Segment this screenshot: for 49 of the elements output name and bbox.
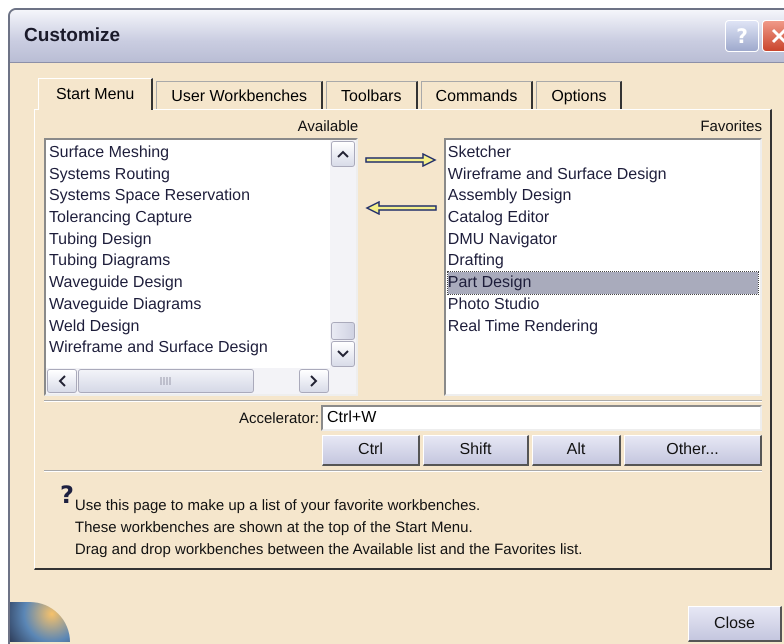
tab[interactable]: Start Menu (38, 78, 154, 110)
list-item[interactable]: Wireframe and Surface Design (448, 164, 758, 186)
help-text: Use this page to make up a list of your favorite workbenches. (74, 496, 482, 516)
list-label: Favorites (700, 118, 762, 137)
list-item[interactable]: Tubing Diagrams (49, 250, 328, 272)
list-item[interactable]: Waveguide Diagrams (49, 294, 328, 316)
vertical-scrollbar[interactable] (330, 140, 356, 368)
list-label: Available (298, 118, 358, 137)
list-item[interactable]: Wireframe and Surface Design (49, 337, 328, 359)
tab[interactable]: Options (536, 81, 622, 109)
list-item[interactable]: Systems Routing (49, 164, 328, 186)
window-title: Customize (24, 25, 120, 47)
list-item[interactable]: Real Time Rendering (448, 316, 758, 338)
available-list[interactable]: Surface Meshing Systems Routing Systems Space Reservation Tolerancing Capture Tubing Design Tubing Diagrams Waveguide Design Waveguide Diagrams Weld Design Wireframe and Surface Design (44, 138, 358, 396)
modifier-button[interactable]: Other... (624, 435, 762, 466)
accelerator-label: Accelerator: (238, 410, 319, 426)
modifier-button[interactable]: Ctrl (322, 435, 420, 466)
left-arrow-icon[interactable] (365, 201, 438, 215)
modifier-button[interactable]: Alt (532, 435, 621, 466)
close-button[interactable]: Close (688, 606, 782, 642)
list-item[interactable]: Catalog Editor (448, 207, 758, 229)
list-item[interactable]: Tubing Design (49, 228, 328, 250)
close-icon (770, 27, 784, 45)
scroll-thumb[interactable] (331, 322, 356, 340)
grip-icon (160, 377, 172, 385)
tab[interactable]: Toolbars (326, 81, 418, 109)
favorites-list[interactable]: Sketcher Wireframe and Surface Design Assembly Design Catalog Editor DMU Navigator Drafting Part Design Photo Studio Real Time Rendering (444, 138, 762, 396)
tab[interactable]: User Workbenches (156, 81, 324, 109)
horizontal-scrollbar[interactable] (46, 368, 356, 394)
list-item[interactable]: Part Design (448, 272, 758, 294)
list-item[interactable]: Tolerancing Capture (49, 207, 328, 229)
list-item[interactable]: Photo Studio (448, 294, 758, 316)
list-item[interactable]: Sketcher (448, 142, 758, 164)
list-item[interactable]: DMU Navigator (448, 228, 758, 250)
list-item[interactable]: Assembly Design (448, 185, 758, 208)
help-text: Drag and drop workbenches between the Available list and the Favorites list. (74, 540, 582, 560)
tab[interactable]: Commands (420, 81, 534, 109)
list-item[interactable]: Drafting (448, 250, 758, 272)
modifier-button[interactable]: Shift (423, 435, 529, 466)
help-icon: ? (60, 483, 74, 507)
globe-drawing (10, 602, 70, 642)
list-item[interactable]: Systems Space Reservation (49, 185, 328, 208)
list-item[interactable]: Waveguide Design (49, 272, 328, 294)
list-item[interactable]: Surface Meshing (49, 142, 328, 164)
accelerator-field[interactable]: Ctrl+W (321, 405, 762, 431)
right-arrow-icon[interactable] (365, 153, 438, 167)
list-item[interactable]: Weld Design (49, 316, 328, 338)
scroll-thumb[interactable] (78, 369, 254, 393)
help-text: These workbenches are shown at the top of the Start Menu. (74, 518, 474, 538)
